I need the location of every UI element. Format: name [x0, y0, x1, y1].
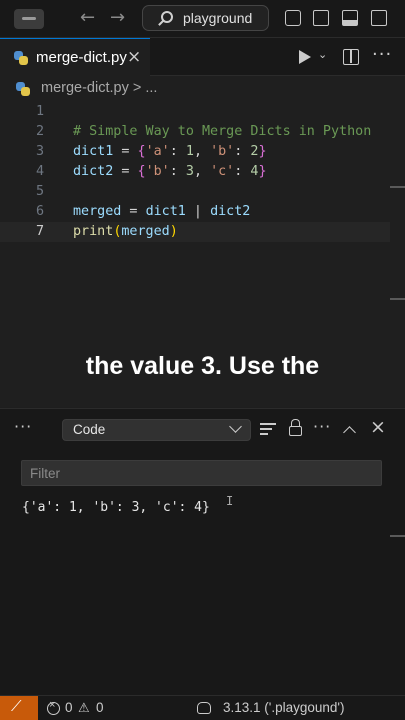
code-token: { [137, 144, 146, 159]
line-number: 7 [35, 224, 44, 239]
breadcrumb-path[interactable]: merge-dict.py > ... [41, 80, 157, 96]
output-channel-select[interactable]: Code [62, 419, 251, 441]
toggle-secondary-sidebar-icon[interactable] [371, 10, 387, 26]
python-interpreter[interactable]: 3.13.1 ('.playgound') [223, 700, 345, 715]
line-number: 4 [35, 164, 44, 179]
code-token: dict2 [210, 204, 251, 219]
output-panel: ··· Code ··· × {'a': 1, 'b': 3, 'c': 4} … [0, 408, 405, 695]
code-token: ) [169, 224, 178, 239]
code-token: = [121, 204, 146, 219]
code-token: 'c' [210, 164, 235, 179]
more-icon[interactable]: ··· [14, 417, 32, 436]
video-caption: the value 3. Use the [85, 352, 320, 380]
code-token: merged [121, 224, 170, 239]
line-number: 1 [35, 104, 44, 119]
code-token: { [137, 164, 146, 179]
code-line: 2 # Simple Way to Merge Dicts in Python [0, 122, 390, 142]
code-token: 'b' [210, 144, 235, 159]
text-cursor-icon: I [226, 494, 234, 508]
copilot-icon[interactable] [197, 702, 211, 714]
editor-tab-bar: merge-dict.py × ⌄ ··· [0, 38, 405, 76]
code-token: = [113, 164, 138, 179]
breadcrumb: merge-dict.py > ... [0, 76, 405, 102]
output-text: {'a': 1, 'b': 3, 'c': 4} [22, 500, 210, 515]
python-file-icon [14, 51, 28, 65]
remote-indicator[interactable]: ⟋ [0, 696, 38, 720]
code-line: 4 dict2 = {'b': 3, 'c': 4} [0, 162, 390, 182]
maximize-panel-icon[interactable] [343, 426, 356, 439]
scrollbar-marker [390, 535, 405, 537]
code-token: : [234, 164, 251, 179]
code-token: : [234, 144, 251, 159]
code-text: dict1 = {'a': 1, 'b': 2} [73, 142, 267, 162]
toggle-primary-sidebar-icon[interactable] [313, 10, 329, 26]
title-bar: ← → playground [0, 0, 405, 38]
code-token: 'b' [145, 164, 170, 179]
code-line: 5 [0, 182, 390, 202]
split-editor-icon[interactable] [343, 49, 359, 65]
code-token: dict2 [73, 164, 114, 179]
code-token: 1 [185, 144, 194, 159]
customize-layout-icon[interactable] [285, 10, 301, 26]
status-bar: ⟋ 0 ⚠ 0 3.13.1 ('.playgound') [0, 695, 405, 720]
command-center-search[interactable]: playground [142, 5, 269, 31]
scrollbar-marker [390, 298, 405, 300]
toggle-panel-icon[interactable] [342, 10, 358, 26]
line-number: 6 [35, 204, 44, 219]
code-comment: # Simple Way to Merge Dicts in Python [73, 124, 372, 139]
code-token: merged [73, 204, 122, 219]
code-token: = [113, 144, 138, 159]
code-line-active: 7 print(merged) [0, 222, 390, 242]
code-line: 3 dict1 = {'a': 1, 'b': 2} [0, 142, 390, 162]
filter-input[interactable] [21, 460, 382, 486]
code-token: , [193, 144, 211, 159]
python-file-icon [16, 82, 30, 96]
code-token: , [193, 164, 211, 179]
search-icon [161, 11, 173, 23]
run-icon[interactable] [299, 50, 311, 64]
code-token: 'a' [145, 144, 170, 159]
code-token: dict1 [73, 144, 114, 159]
error-count[interactable]: 0 [65, 700, 73, 715]
scrollbar-marker [390, 186, 405, 188]
tab-merge-dict[interactable]: merge-dict.py × [0, 38, 150, 76]
clear-output-icon[interactable] [260, 423, 276, 437]
code-text: print(merged) [73, 222, 178, 242]
close-icon[interactable]: × [127, 47, 141, 67]
back-arrow-icon[interactable]: ← [80, 7, 95, 28]
line-number: 5 [35, 184, 44, 199]
error-icon[interactable] [47, 699, 60, 715]
chevron-down-icon[interactable]: ⌄ [318, 48, 327, 61]
warning-icon[interactable]: ⚠ [78, 700, 90, 716]
code-token: } [258, 144, 267, 159]
code-line: 6 merged = dict1 | dict2 [0, 202, 390, 222]
code-text: merged = dict1 | dict2 [73, 202, 250, 222]
code-token: | [185, 204, 211, 219]
tab-label: merge-dict.py [36, 49, 127, 66]
line-number: 3 [35, 144, 44, 159]
forward-arrow-icon[interactable]: → [110, 7, 125, 28]
close-icon[interactable]: × [370, 416, 386, 438]
code-token: } [258, 164, 267, 179]
code-token: : [169, 164, 186, 179]
code-token: print [73, 224, 114, 239]
more-icon[interactable]: ··· [313, 417, 331, 436]
line-number: 2 [35, 124, 44, 139]
code-text: dict2 = {'b': 3, 'c': 4} [73, 162, 267, 182]
code-token: dict1 [145, 204, 186, 219]
code-token: : [169, 144, 186, 159]
search-text: playground [183, 10, 253, 26]
warning-count[interactable]: 0 [96, 700, 104, 715]
sidebar-toggle-button[interactable] [14, 9, 44, 29]
code-line: 1 [0, 102, 390, 122]
lock-scroll-icon[interactable] [289, 419, 302, 436]
code-token: 3 [185, 164, 194, 179]
remote-icon: ⟋ [11, 698, 22, 715]
more-actions-icon[interactable]: ··· [372, 44, 392, 65]
output-channel-value: Code [73, 422, 106, 437]
chevron-down-icon [229, 420, 242, 433]
